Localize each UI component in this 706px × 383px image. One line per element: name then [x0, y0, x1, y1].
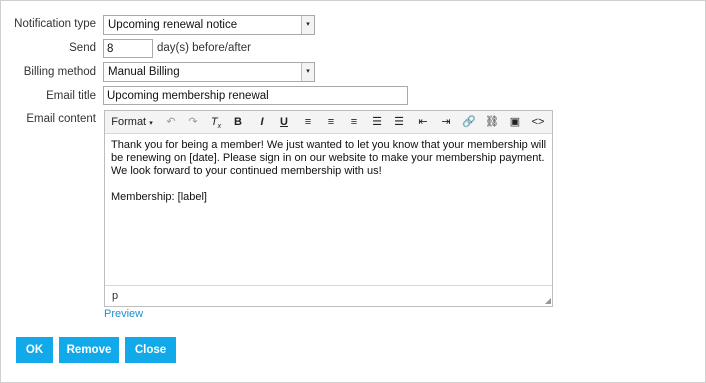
- notification-type-select[interactable]: Upcoming renewal notice ▾: [103, 15, 315, 35]
- format-label: Format: [111, 116, 147, 128]
- dropdown-arrow-icon: ▾: [301, 16, 314, 34]
- italic-icon[interactable]: I: [254, 114, 270, 130]
- notification-type-label: Notification type: [14, 18, 96, 30]
- editor-paragraph: Thank you for being a member! We just wa…: [111, 139, 547, 177]
- send-label: Send: [69, 42, 96, 54]
- email-title-label: Email title: [46, 90, 96, 102]
- numbered-list-icon[interactable]: ☰: [391, 114, 407, 130]
- link-icon[interactable]: 🔗: [461, 114, 477, 130]
- bold-icon[interactable]: B: [230, 114, 246, 130]
- undo-icon[interactable]: ↶: [163, 114, 179, 130]
- send-days-input[interactable]: [103, 39, 153, 58]
- editor-paragraph: Membership: [label]: [111, 191, 207, 203]
- indent-icon[interactable]: ⇥: [438, 114, 454, 130]
- billing-method-value: Manual Billing: [108, 66, 180, 78]
- clear-format-icon[interactable]: Tx: [208, 114, 224, 130]
- close-button[interactable]: Close: [125, 337, 176, 363]
- outdent-icon[interactable]: ⇤: [415, 114, 431, 130]
- billing-method-select[interactable]: Manual Billing ▾: [103, 62, 315, 82]
- email-title-input[interactable]: [103, 86, 408, 105]
- editor-content-area[interactable]: Thank you for being a member! We just wa…: [111, 139, 547, 217]
- editor-statusbar: p ◢: [105, 285, 552, 306]
- preview-link[interactable]: Preview: [104, 308, 143, 320]
- bulleted-list-icon[interactable]: ☰: [369, 114, 385, 130]
- image-icon[interactable]: ▣: [507, 114, 523, 130]
- underline-icon[interactable]: U: [276, 114, 292, 130]
- notification-type-value: Upcoming renewal notice: [108, 19, 238, 31]
- format-dropdown[interactable]: Format ▾: [110, 114, 154, 130]
- chevron-down-icon: ▾: [149, 120, 153, 127]
- billing-method-label: Billing method: [23, 66, 96, 78]
- rich-text-editor: Format ▾ ↶ ↷ Tx B I U ≡ ≡ ≡ ☰ ☰ ⇤ ⇥ 🔗 ⛓ …: [104, 110, 553, 307]
- ok-button[interactable]: OK: [16, 337, 53, 363]
- source-code-icon[interactable]: <>: [530, 114, 546, 130]
- dropdown-arrow-icon: ▾: [301, 63, 314, 81]
- align-right-icon[interactable]: ≡: [346, 114, 362, 130]
- editor-toolbar: Format ▾ ↶ ↷ Tx B I U ≡ ≡ ≡ ☰ ☰ ⇤ ⇥ 🔗 ⛓ …: [105, 111, 552, 134]
- unlink-icon[interactable]: ⛓: [484, 114, 500, 130]
- align-center-icon[interactable]: ≡: [323, 114, 339, 130]
- remove-button[interactable]: Remove: [59, 337, 119, 363]
- send-suffix-text: day(s) before/after: [157, 42, 251, 54]
- redo-icon[interactable]: ↷: [185, 114, 201, 130]
- align-left-icon[interactable]: ≡: [300, 114, 316, 130]
- resize-handle-icon[interactable]: ◢: [545, 297, 551, 305]
- element-path[interactable]: p: [112, 290, 118, 302]
- email-content-label: Email content: [26, 113, 96, 125]
